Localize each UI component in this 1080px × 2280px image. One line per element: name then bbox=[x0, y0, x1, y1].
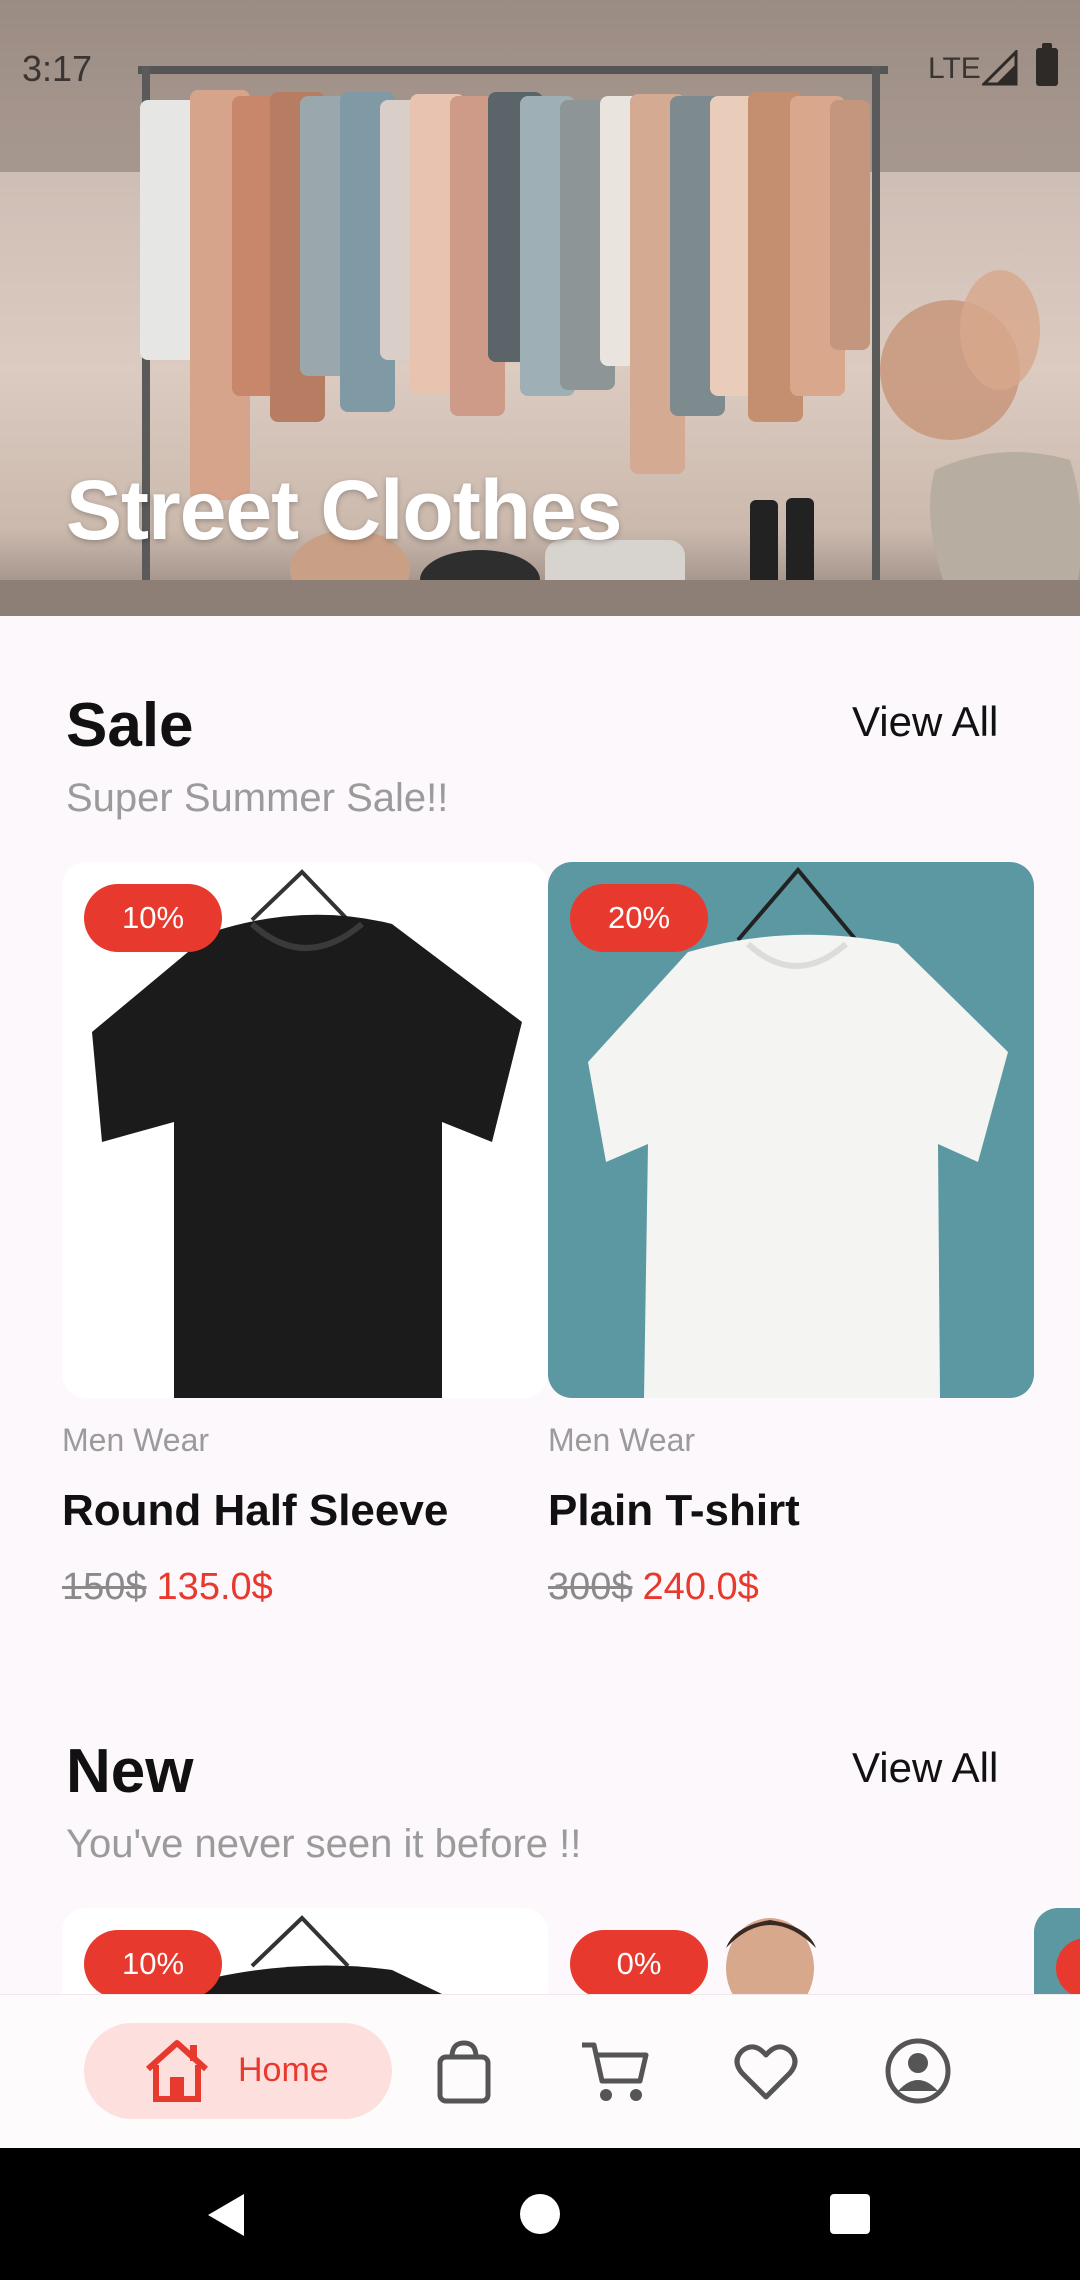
bag-icon[interactable] bbox=[434, 2039, 494, 2105]
product-category: Men Wear bbox=[548, 1422, 696, 1458]
sale-price: 135.0$ bbox=[156, 1566, 273, 1608]
signal-icon bbox=[982, 50, 1018, 86]
new-product-card-peek[interactable] bbox=[1034, 1908, 1080, 1994]
old-price: 150$ bbox=[62, 1566, 147, 1608]
new-view-all-link[interactable]: View All bbox=[852, 1744, 998, 1792]
sale-section-title: Sale bbox=[66, 691, 194, 760]
recents-icon[interactable] bbox=[830, 2194, 870, 2234]
hero-floor bbox=[0, 580, 1080, 616]
product-prices: 300$ 240.0$ bbox=[548, 1566, 759, 1609]
home-icon bbox=[145, 2040, 209, 2102]
sale-price: 240.0$ bbox=[642, 1566, 759, 1608]
status-time: 3:17 bbox=[22, 48, 93, 89]
nav-home-label: Home bbox=[238, 2051, 329, 2089]
sale-view-all-link[interactable]: View All bbox=[852, 698, 998, 746]
heart-icon[interactable] bbox=[734, 2041, 798, 2101]
discount-badge: 20% bbox=[570, 884, 708, 952]
new-product-card[interactable]: 0% bbox=[548, 1908, 1034, 1994]
network-type: LTE bbox=[928, 52, 981, 85]
discount-badge: 10% bbox=[84, 1930, 222, 1994]
nav-home-button[interactable]: Home bbox=[84, 2023, 392, 2119]
new-section-title: New bbox=[66, 1737, 194, 1806]
old-price: 300$ bbox=[548, 1566, 633, 1608]
profile-icon[interactable] bbox=[884, 2037, 952, 2105]
product-name: Round Half Sleeve bbox=[62, 1486, 449, 1535]
new-section-subtitle: You've never seen it before !! bbox=[66, 1822, 582, 1866]
hero-title: Street Clothes bbox=[66, 463, 622, 557]
back-icon[interactable] bbox=[204, 2192, 248, 2238]
system-navigation-bar bbox=[0, 2148, 1080, 2280]
discount-badge-peek bbox=[1056, 1938, 1080, 1994]
product-category: Men Wear bbox=[62, 1422, 210, 1458]
bottom-navigation: Home bbox=[0, 1994, 1080, 2149]
discount-badge: 10% bbox=[84, 884, 222, 952]
discount-badge: 0% bbox=[570, 1930, 708, 1994]
product-image[interactable]: 20% bbox=[548, 862, 1034, 1398]
new-product-card[interactable]: 10% bbox=[62, 1908, 548, 1994]
status-bar: 3:17 LTE bbox=[0, 0, 1080, 136]
product-name: Plain T-shirt bbox=[548, 1486, 800, 1535]
product-prices: 150$ 135.0$ bbox=[62, 1566, 273, 1609]
sale-section-subtitle: Super Summer Sale!! bbox=[66, 776, 449, 820]
cart-icon[interactable] bbox=[580, 2039, 650, 2105]
battery-icon bbox=[1036, 43, 1058, 86]
home-system-icon[interactable] bbox=[520, 2194, 560, 2234]
product-image[interactable]: 10% bbox=[62, 862, 548, 1398]
